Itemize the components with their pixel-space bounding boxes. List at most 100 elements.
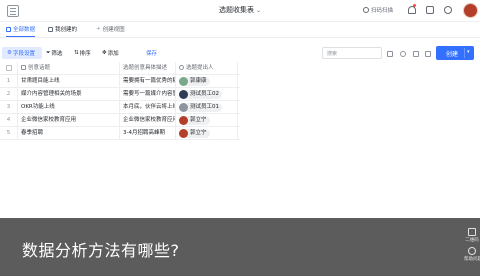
description-cell[interactable]: 3-4月招聘高峰期 [120, 127, 176, 140]
gear-icon: ⚙ [7, 50, 12, 56]
description-cell[interactable]: 企业微信家校教育应用 [120, 114, 176, 127]
topic-cell[interactable]: 甘肃题目能上线 [18, 75, 120, 88]
row-index: 2 [0, 88, 18, 101]
compass-icon[interactable] [444, 6, 452, 14]
row-index: 5 [0, 127, 18, 140]
field-settings-button[interactable]: ⚙ 字段设置 [7, 49, 35, 57]
person-name: 郭立宁 [190, 117, 207, 123]
column-header[interactable]: 选题创意具体描述 [120, 62, 176, 75]
save-label: 保存 [146, 51, 158, 57]
user-avatar[interactable] [463, 3, 478, 18]
tab-all-data[interactable]: 全部数据 [6, 25, 36, 37]
inbox-icon[interactable] [426, 6, 434, 14]
field-settings-label: 字段设置 [12, 51, 35, 57]
table-row[interactable]: 1 甘肃题目能上线 需要拥有一篇优秀的稿件 郭康康 [0, 75, 240, 88]
more-icon[interactable] [425, 51, 431, 57]
filter-button[interactable]: ⏷ 筛选 [46, 49, 63, 58]
create-button[interactable]: 创建 ▾ [436, 46, 474, 60]
avatar [179, 77, 188, 86]
row-index: 4 [0, 114, 18, 127]
filter-view-icon[interactable] [387, 51, 393, 57]
table-row[interactable]: 4 企业微信家校教育应用 企业微信家校教育应用 郭立宁 [0, 114, 240, 127]
refresh-icon[interactable] [400, 51, 406, 57]
person-name: 测试员工02 [190, 91, 219, 97]
tab-label: 我创建的 [55, 27, 78, 33]
add-icon: ✥ [102, 50, 107, 56]
person-cell[interactable]: 郭立宁 [176, 114, 238, 127]
person-tag: 郭康康 [179, 77, 210, 86]
person-tag: 郭立宁 [179, 116, 210, 125]
person-name: 测试员工01 [190, 104, 219, 110]
view-tabs: 全部数据 我创建的 + 创建视图 [0, 22, 480, 38]
tab-label: 全部数据 [13, 27, 36, 33]
person-cell[interactable]: 测试员工02 [176, 88, 238, 101]
description-cell[interactable]: 需要写一篇媒介内容管理 [120, 88, 176, 101]
topic-cell[interactable]: OKR功能上线 [18, 101, 120, 114]
person-cell[interactable]: 郭康康 [176, 75, 238, 88]
button-divider [464, 48, 465, 58]
scan-icon [363, 7, 369, 13]
table-row[interactable]: 5 春季招聘 3-4月招聘高峰期 郭立宁 [0, 127, 240, 140]
chevron-down-icon: ⌄ [255, 7, 262, 14]
sort-button[interactable]: ⇅ 排序 [74, 49, 91, 57]
column-header[interactable]: 创意话题 [18, 62, 120, 75]
banner-question: 数据分析方法有哪些? [22, 241, 180, 260]
bell-icon[interactable] [408, 6, 416, 14]
column-header[interactable]: 选题提出人 [176, 62, 238, 75]
avatar [179, 90, 188, 99]
grid-icon [48, 26, 53, 32]
chevron-down-icon[interactable]: ▾ [467, 49, 470, 55]
side-label: 帮助问题 [464, 257, 480, 262]
data-table: 创意话题 选题创意具体描述 选题提出人 1 甘肃题目能上线 需要拥有一篇优秀的稿… [0, 62, 240, 140]
qr-code-icon[interactable] [468, 228, 476, 236]
search-input[interactable]: 搜索 [322, 47, 382, 59]
column-header-label: 选题创意具体描述 [123, 65, 168, 71]
avatar [179, 116, 188, 125]
scan-label: 扫码扫描 [371, 8, 394, 14]
plus-icon: + [96, 26, 101, 32]
topic-cell[interactable]: 企业微信家校教育应用 [18, 114, 120, 127]
sort-label: 排序 [79, 51, 91, 57]
person-tag: 测试员工02 [179, 90, 222, 99]
checkbox-icon[interactable] [5, 64, 12, 71]
person-cell[interactable]: 郭立宁 [176, 127, 238, 140]
topic-cell[interactable]: 春季招聘 [18, 127, 120, 140]
select-all-cell[interactable] [0, 62, 18, 75]
top-bar: 选题收集表 ⌄ 扫码扫描 [0, 0, 480, 22]
filter-label: 筛选 [51, 51, 63, 57]
scan-button[interactable]: 扫码扫描 [363, 6, 393, 14]
add-button[interactable]: ✥ 添加 [102, 49, 119, 57]
add-label: 添加 [107, 51, 119, 57]
text-field-icon [21, 65, 26, 70]
create-view-button[interactable]: + 创建视图 [96, 25, 125, 33]
person-tag: 郭立宁 [179, 129, 210, 138]
notification-dot [413, 4, 416, 7]
create-button-label: 创建 [446, 50, 459, 58]
table-header: 创意话题 选题创意具体描述 选题提出人 [0, 62, 240, 75]
row-index: 3 [0, 101, 18, 114]
table-row[interactable]: 2 媒介内容管理相关的场景 需要写一篇媒介内容管理 测试员工02 [0, 88, 240, 101]
topic-cell[interactable]: 媒介内容管理相关的场景 [18, 88, 120, 101]
table-row[interactable]: 3 OKR功能上线 本月底，伙伴云将上线OKR 测试员工01 [0, 101, 240, 114]
sort-icon: ⇅ [74, 50, 79, 56]
print-icon[interactable] [413, 51, 419, 57]
side-label: 二维码 [465, 238, 479, 243]
help-icon[interactable] [468, 247, 476, 255]
filter-icon: ⏷ [46, 49, 51, 56]
side-panel: 二维码 帮助问题 [464, 228, 480, 266]
person-field-icon [179, 65, 184, 70]
grid-icon [6, 26, 11, 32]
person-tag: 测试员工01 [179, 103, 222, 112]
tab-my-created[interactable]: 我创建的 [48, 25, 77, 33]
person-cell[interactable]: 测试员工01 [176, 101, 238, 114]
column-header-label: 创意话题 [28, 65, 51, 71]
person-name: 郭康康 [190, 78, 207, 84]
create-view-label: 创建视图 [102, 27, 125, 33]
column-header-label: 选题提出人 [186, 65, 214, 71]
search-placeholder: 搜索 [327, 51, 338, 57]
toolbar: ⚙ 字段设置 ⏷ 筛选 ⇅ 排序 ✥ 添加 保存 搜索 创建 ▾ [0, 44, 480, 62]
description-cell[interactable]: 本月底，伙伴云将上线OKR [120, 101, 176, 114]
save-button[interactable]: 保存 [146, 49, 157, 57]
description-cell[interactable]: 需要拥有一篇优秀的稿件 [120, 75, 176, 88]
avatar [179, 103, 188, 112]
